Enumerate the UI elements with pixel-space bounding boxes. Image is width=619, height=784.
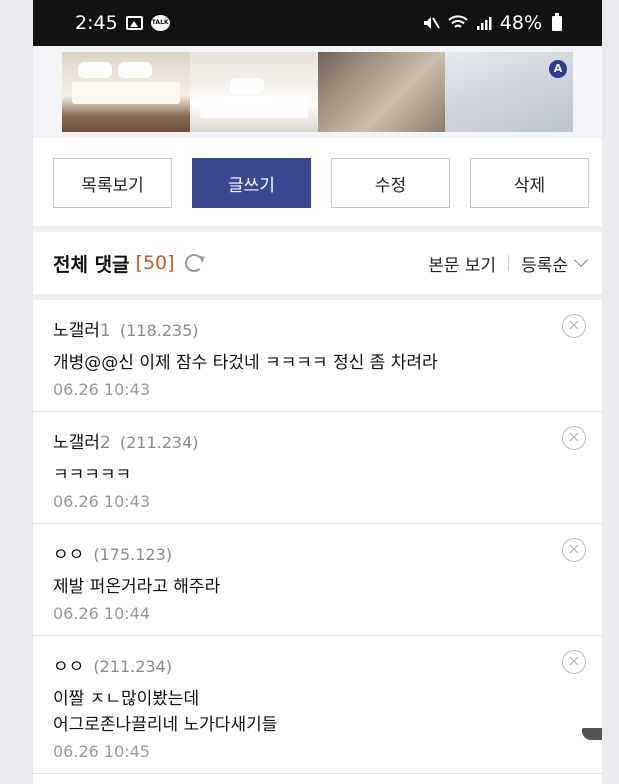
comment-date: 06.26 10:44: [53, 604, 150, 623]
banner-badge: A: [549, 60, 567, 78]
comment-ip: (211.234): [119, 433, 199, 452]
delete-comment-icon[interactable]: ×: [562, 650, 586, 674]
comment-date: 06.26 10:45: [53, 742, 150, 761]
delete-comment-icon[interactable]: ×: [562, 314, 586, 338]
status-left: 2:45 TALK: [75, 12, 170, 34]
comment-item: 노갤러1 (118.235) 개병@@신 이제 잠수 타겄네 ㅋㅋㅋㅋ 정신 좀…: [33, 300, 602, 412]
mute-icon: [422, 15, 440, 31]
comment-author[interactable]: 노갤러1: [53, 321, 111, 341]
status-right: 48%: [422, 12, 562, 34]
comment-body: 이짤 ㅈㄴ많이봤는데 어그로존나끌리네 노가다새기들: [53, 689, 278, 735]
comments-count: [50]: [135, 252, 175, 274]
talk-icon: TALK: [150, 15, 170, 31]
comment-list: 노갤러1 (118.235) 개병@@신 이제 잠수 타겄네 ㅋㅋㅋㅋ 정신 좀…: [33, 294, 602, 774]
comment-meta: ㅇㅇ (175.123): [53, 540, 582, 565]
battery-text: 48%: [499, 12, 542, 34]
comment-item: 노갤러2 (211.234) ㅋㅋㅋㅋㅋ 06.26 10:43 ×: [33, 412, 602, 524]
comment-date: 06.26 10:43: [53, 380, 150, 399]
comment-ip: (175.123): [93, 545, 173, 564]
bedding-image-4: A: [445, 52, 573, 132]
delete-comment-icon[interactable]: ×: [562, 538, 586, 562]
comments-title: 전체 댓글: [53, 253, 130, 276]
gallery-icon: [125, 16, 143, 30]
comment-ip: (211.234): [93, 657, 173, 676]
comment-author[interactable]: 노갤러2: [53, 433, 111, 453]
comment-date: 06.26 10:43: [53, 492, 150, 511]
sort-select[interactable]: 등록순: [521, 251, 568, 276]
comment-meta: 노갤러2 (211.234): [53, 428, 582, 453]
delete-button[interactable]: 삭제: [470, 158, 589, 208]
comment-ip: (118.235): [119, 321, 199, 340]
wifi-icon: [448, 15, 468, 31]
comment-body: 개병@@신 이제 잠수 타겄네 ㅋㅋㅋㅋ 정신 좀 차려라: [53, 353, 438, 373]
comment-meta: ㅇㅇ (211.234): [53, 652, 582, 677]
status-bar: 2:45 TALK 48%: [33, 0, 602, 46]
comment-author[interactable]: ㅇㅇ: [53, 545, 84, 565]
bedding-image-3: [317, 52, 446, 132]
comment-item: ㅇㅇ (211.234) 이짤 ㅈㄴ많이봤는데 어그로존나끌리네 노가다새기들 …: [33, 636, 602, 774]
chevron-down-icon[interactable]: [573, 252, 589, 268]
edit-button[interactable]: 수정: [331, 158, 450, 208]
write-button[interactable]: 글쓰기: [192, 158, 311, 208]
comment-author[interactable]: ㅇㅇ: [53, 657, 84, 677]
comment-body: ㅋㅋㅋㅋㅋ: [53, 465, 132, 485]
ad-banner[interactable]: A: [33, 46, 602, 138]
delete-comment-icon[interactable]: ×: [562, 426, 586, 450]
refresh-icon[interactable]: [184, 254, 203, 272]
battery-icon: [552, 12, 562, 31]
comments-controls: 본문 보기 등록순: [428, 251, 590, 276]
view-post-link[interactable]: 본문 보기: [428, 251, 496, 276]
signal-icon: [476, 15, 492, 31]
phone-screen: 2:45 TALK 48% A 목록보기 글쓰기 수정 삭제 전체 댓글 [50…: [33, 0, 602, 784]
list-button[interactable]: 목록보기: [53, 158, 172, 208]
status-time: 2:45: [75, 12, 118, 34]
bedding-image-1: [62, 52, 190, 132]
action-buttons: 목록보기 글쓰기 수정 삭제: [33, 138, 602, 208]
bedding-image-2: [189, 52, 318, 132]
comment-item: ㅇㅇ (175.123) 제발 퍼온거라고 해주라 06.26 10:44 ×: [33, 524, 602, 636]
banner-images: A: [62, 52, 573, 132]
comment-body: 제발 퍼온거라고 해주라: [53, 577, 221, 597]
comment-meta: 노갤러1 (118.235): [53, 316, 582, 341]
comments-header: 전체 댓글 [50] 본문 보기 등록순: [33, 232, 602, 294]
comments-title-group: 전체 댓글 [50]: [53, 250, 203, 277]
controls-divider: [508, 255, 510, 271]
